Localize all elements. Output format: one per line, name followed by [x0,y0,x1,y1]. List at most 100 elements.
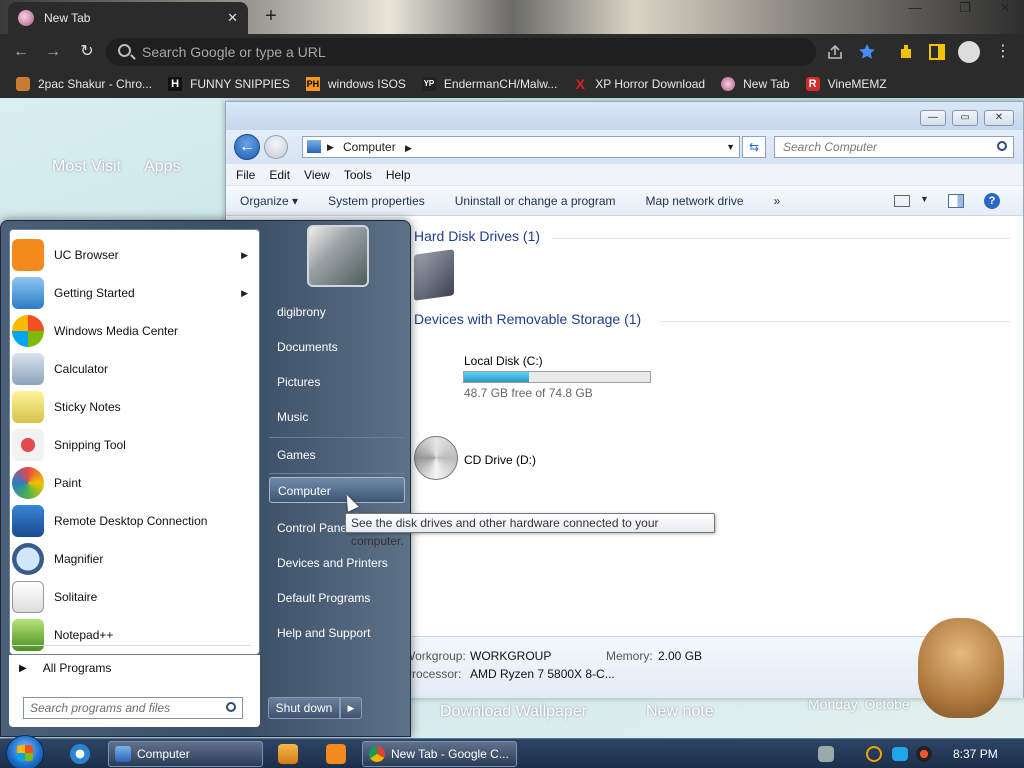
all-programs-button[interactable]: ▶ All Programs [11,654,251,682]
side-panel-icon[interactable] [928,43,946,61]
address-bar[interactable]: ▶ Computer ▶ ▼ [302,136,740,158]
program-windows-media-center[interactable]: Windows Media Center [12,312,258,350]
program-notepad-plus-plus[interactable]: Notepad++ [12,616,258,654]
program-uc-browser[interactable]: UC Browser ▶ [12,236,258,274]
explorer-maximize-button[interactable]: ▭ [952,110,978,126]
explorer-forward-button[interactable] [264,135,288,159]
user-avatar[interactable] [307,225,369,287]
bookmark-windows-isos[interactable]: PH windows ISOS [305,77,406,91]
start-right-games[interactable]: Games [269,442,405,468]
close-window-button[interactable]: ✕ [992,0,1018,18]
menu-view[interactable]: View [304,168,330,182]
share-icon[interactable] [826,43,844,61]
start-right-help-support[interactable]: Help and Support [269,620,405,646]
tray-app-icon[interactable] [916,746,932,762]
uninstall-program-button[interactable]: Uninstall or change a program [455,194,616,208]
start-right-default-programs[interactable]: Default Programs [269,585,405,611]
group-header-hdd[interactable]: Hard Disk Drives (1) [414,228,540,244]
hard-disk-icon[interactable] [414,249,454,301]
refresh-button[interactable]: ⇆ [742,136,766,158]
start-right-computer[interactable]: Computer [269,477,405,503]
start-right-pictures[interactable]: Pictures [269,369,405,395]
more-commands-button[interactable]: » [774,194,781,208]
hamster-gadget-icon[interactable] [918,618,1004,718]
start-right-digibrony[interactable]: digibrony [269,299,405,325]
restore-button[interactable]: ❐ [952,0,978,18]
minimize-button[interactable]: — [902,0,928,18]
menu-help[interactable]: Help [386,168,411,182]
tab-close-icon[interactable]: ✕ [227,10,238,26]
tray-display-icon[interactable] [892,747,908,761]
start-right-music[interactable]: Music [269,404,405,430]
explorer-search-input[interactable]: Search Computer [774,136,1014,158]
view-options-icon[interactable] [894,195,910,207]
menu-edit[interactable]: Edit [269,168,290,182]
explorer-minimize-button[interactable]: — [920,110,946,126]
map-network-drive-button[interactable]: Map network drive [646,194,744,208]
taskbar-chrome-button[interactable]: New Tab - Google C... [362,741,517,767]
new-tab-favicon-icon [18,10,34,26]
address-dropdown-icon[interactable]: ▼ [726,137,735,157]
help-icon[interactable]: ? [984,193,1000,209]
explorer-back-button[interactable]: ← [234,134,260,160]
media-player-icon[interactable] [278,744,298,764]
bookmark-xp-horror[interactable]: X XP Horror Download [573,77,706,91]
program-paint[interactable]: Paint [12,464,258,502]
start-orb-button[interactable] [6,735,44,768]
bookmark-2pac[interactable]: 2pac Shakur - Chro... [16,77,152,91]
internet-explorer-icon[interactable] [70,744,90,764]
explorer-titlebar[interactable]: — ▭ ✕ [226,102,1023,130]
forward-arrow-icon[interactable]: → [42,42,64,62]
group-header-removable[interactable]: Devices with Removable Storage (1) [414,311,641,327]
start-right-devices-printers[interactable]: Devices and Printers [269,550,405,576]
organize-button[interactable]: Organize ▾ [240,194,298,208]
profile-avatar-icon[interactable] [958,41,980,63]
download-wallpaper-link[interactable]: Download Wallpaper [440,703,587,721]
bookmark-star-icon[interactable] [858,43,876,61]
new-note-link[interactable]: New note [646,703,714,721]
breadcrumb-chevron-icon: ▶ [405,143,412,153]
view-dropdown-icon[interactable]: ▼ [920,194,929,204]
tray-search-icon[interactable] [866,746,882,762]
tab-new-tab[interactable]: New Tab ✕ [8,2,248,34]
start-programs-pane: UC Browser ▶ Getting Started ▶ Windows Med… [9,229,260,655]
shutdown-options-arrow-icon[interactable]: ▶ [340,697,362,719]
omnibox-input[interactable]: Search Google or type a URL [106,38,816,66]
reload-icon[interactable]: ↻ [76,42,98,62]
shutdown-button[interactable]: Shut down [268,697,340,719]
program-magnifier[interactable]: Magnifier [12,540,258,578]
uc-browser-taskbar-icon[interactable] [326,744,346,764]
back-arrow-icon[interactable]: ← [10,42,32,62]
bookmark-vinememz[interactable]: R VineMEMZ [805,77,887,91]
program-remote-desktop[interactable]: Remote Desktop Connection [12,502,258,540]
new-tab-button[interactable]: + [258,4,284,30]
most-visited-link[interactable]: Most Visit [52,158,121,176]
menu-file[interactable]: File [236,168,255,182]
program-label: Solitaire [54,590,98,604]
extensions-puzzle-icon[interactable] [898,43,916,61]
program-solitaire[interactable]: Solitaire [12,578,258,616]
system-properties-button[interactable]: System properties [328,194,425,208]
bookmark-new-tab[interactable]: New Tab [721,77,790,91]
cd-drive-name[interactable]: CD Drive (D:) [464,453,536,467]
drive-c-name[interactable]: Local Disk (C:) [464,354,543,368]
dvd-drive-icon[interactable] [414,436,458,480]
taskbar-computer-button[interactable]: Computer [108,741,263,767]
bookmark-funny-snippies[interactable]: H FUNNY SNIPPIES [168,77,290,91]
taskbar-computer-label: Computer [137,747,190,761]
program-sticky-notes[interactable]: Sticky Notes [12,388,258,426]
program-getting-started[interactable]: Getting Started ▶ [12,274,258,312]
program-calculator[interactable]: Calculator [12,350,258,388]
program-snipping-tool[interactable]: Snipping Tool [12,426,258,464]
tray-network-icon[interactable] [818,746,834,762]
chrome-menu-icon[interactable]: ⋮ [992,42,1014,62]
magnifier-icon [12,543,44,575]
menu-tools[interactable]: Tools [344,168,372,182]
explorer-close-button[interactable]: ✕ [984,110,1014,126]
start-search-input[interactable]: Search programs and files [23,697,243,719]
preview-pane-icon[interactable] [948,194,964,208]
apps-link[interactable]: Apps [144,158,180,176]
start-right-documents[interactable]: Documents [269,334,405,360]
taskbar-clock[interactable]: 8:37 PM [953,747,998,761]
bookmark-endermanch[interactable]: YP EndermanCH/Malw... [421,77,557,91]
